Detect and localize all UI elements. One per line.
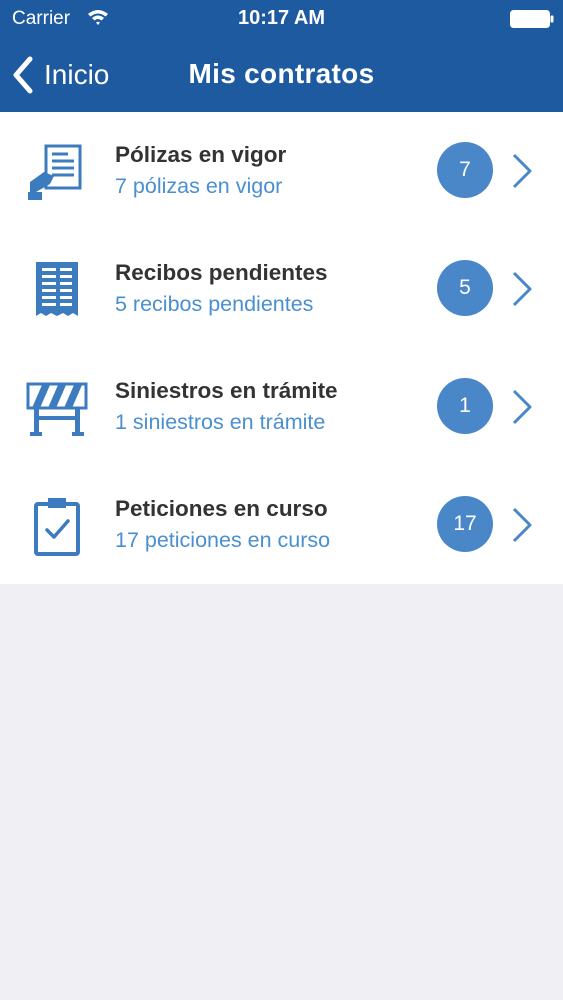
list-item-siniestros[interactable]: Siniestros en trámite 1 siniestros en tr… (0, 348, 563, 466)
chevron-right-icon (512, 507, 532, 543)
header: Carrier 10:17 AM Mis contratos Inicio (0, 0, 563, 112)
row-title: Siniestros en trámite (115, 378, 338, 403)
row-title: Peticiones en curso (115, 496, 328, 521)
back-button[interactable]: Inicio (10, 52, 109, 98)
row-title: Recibos pendientes (115, 260, 328, 285)
status-time: 10:17 AM (237, 7, 326, 29)
row-subtitle: 7 pólizas en vigor (115, 174, 283, 198)
row-subtitle: 1 siniestros en trámite (115, 410, 326, 434)
chevron-left-icon (13, 56, 33, 94)
list-item-recibos[interactable]: Recibos pendientes 5 recibos pendientes … (0, 230, 563, 348)
nav-bar: Mis contratos Inicio (0, 38, 563, 112)
contracts-list: Pólizas en vigor 7 pólizas en vigor 7 Re… (0, 112, 563, 584)
row-subtitle: 5 recibos pendientes (115, 292, 314, 316)
row-title: Pólizas en vigor (115, 142, 287, 167)
chevron-right-icon (512, 153, 532, 189)
row-subtitle: 17 peticiones en curso (115, 528, 331, 552)
page-title-text: Mis contratos (188, 58, 375, 89)
count-badge: 7 (437, 142, 493, 198)
back-label: Inicio (44, 59, 110, 90)
count-badge: 1 (437, 378, 493, 434)
status-bar: Carrier 10:17 AM (0, 0, 563, 38)
list-item-peticiones[interactable]: Peticiones en curso 17 peticiones en cur… (0, 466, 563, 584)
chevron-right-icon (512, 271, 532, 307)
clipboard-check-icon (34, 498, 80, 556)
document-policy-icon (28, 144, 82, 200)
battery-icon (510, 10, 554, 28)
list-item-polizas[interactable]: Pólizas en vigor 7 pólizas en vigor 7 (0, 112, 563, 230)
count-badge: 17 (437, 496, 493, 552)
barrier-icon (26, 382, 88, 436)
count-badge: 5 (437, 260, 493, 316)
receipt-icon (36, 262, 78, 316)
chevron-right-icon (512, 389, 532, 425)
